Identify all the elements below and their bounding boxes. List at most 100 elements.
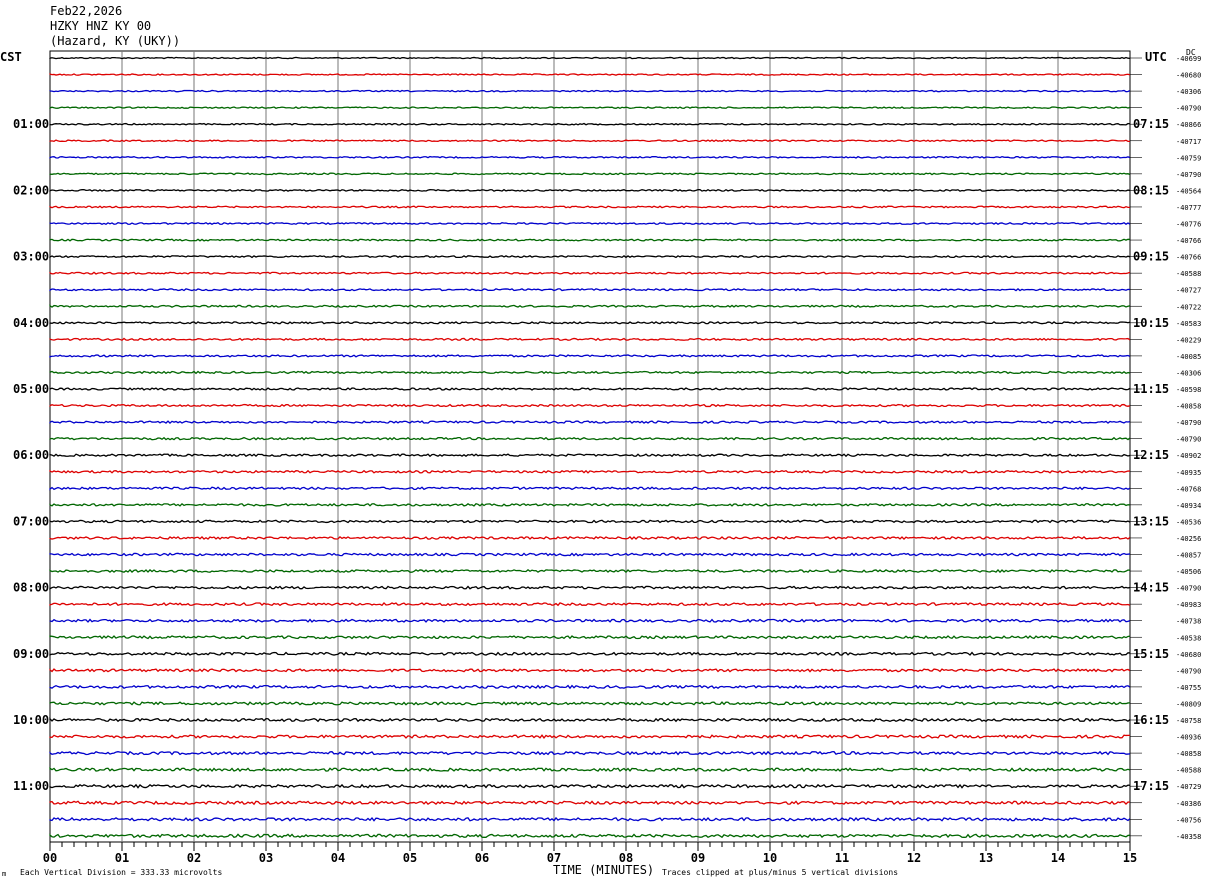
seismic-trace <box>49 519 1131 524</box>
dc-offset-label: -40756 <box>1176 816 1201 824</box>
seismic-trace <box>49 321 1131 325</box>
seismic-trace <box>49 800 1131 806</box>
seismic-trace <box>49 436 1131 441</box>
dc-offset-label: -40536 <box>1176 518 1201 526</box>
seismic-trace <box>49 618 1131 623</box>
dc-offset-label: -40983 <box>1176 601 1201 609</box>
dc-offset-label: -40790 <box>1176 667 1201 675</box>
dc-offset-label: -40386 <box>1176 800 1201 808</box>
dc-offset-label: -40755 <box>1176 684 1201 692</box>
seismic-trace <box>49 486 1131 491</box>
seismic-trace <box>49 106 1131 110</box>
x-tick-label: 03 <box>259 851 273 865</box>
dc-offset-label: -40085 <box>1176 353 1201 361</box>
dc-offset-label: -40680 <box>1176 651 1201 659</box>
seismic-trace <box>49 139 1131 143</box>
right-hour-label: 16:15 <box>1133 713 1169 727</box>
seismic-trace <box>49 155 1131 159</box>
right-hour-label: 15:15 <box>1133 647 1169 661</box>
x-tick-label: 13 <box>979 851 993 865</box>
dc-offset-label: -40564 <box>1176 187 1201 195</box>
seismic-trace <box>49 701 1131 706</box>
dc-offset-label: -40699 <box>1176 55 1201 63</box>
x-tick-label: 04 <box>331 851 345 865</box>
left-hour-label: 06:00 <box>13 448 49 462</box>
seismic-trace <box>49 73 1131 76</box>
x-tick-label: 15 <box>1123 851 1137 865</box>
dc-offset-label: -40768 <box>1176 485 1201 493</box>
dc-offset-label: -40588 <box>1176 270 1201 278</box>
dc-offset-label: -40598 <box>1176 386 1201 394</box>
dc-offset-label: -40866 <box>1176 121 1201 129</box>
dc-offset-label: -40766 <box>1176 254 1201 262</box>
left-hour-label: 05:00 <box>13 382 49 396</box>
dc-offset-label: -40902 <box>1176 452 1201 460</box>
clip-note: Traces clipped at plus/minus 5 vertical … <box>662 868 899 877</box>
seismic-trace <box>49 172 1131 176</box>
dc-offset-label: -40256 <box>1176 535 1201 543</box>
seismic-trace <box>49 387 1131 391</box>
left-hour-label: 01:00 <box>13 117 49 131</box>
seismic-trace <box>49 668 1131 673</box>
x-axis-title: TIME (MINUTES) <box>553 863 655 877</box>
seismic-trace <box>49 370 1131 375</box>
x-tick-label: 00 <box>43 851 57 865</box>
dc-offset-label: -40727 <box>1176 287 1201 295</box>
x-tick-label: 06 <box>475 851 489 865</box>
seismic-trace <box>49 717 1131 723</box>
dc-offset-label: -40777 <box>1176 204 1201 212</box>
x-tick-label: 01 <box>115 851 129 865</box>
x-tick-label: 11 <box>835 851 849 865</box>
dc-offset-label: -40729 <box>1176 783 1201 791</box>
seismic-trace <box>49 552 1131 557</box>
x-tick-label: 02 <box>187 851 201 865</box>
seismic-trace <box>49 453 1131 458</box>
dc-offset-label: -40766 <box>1176 237 1201 245</box>
dc-offset-label: -40936 <box>1176 734 1201 742</box>
dc-offset-label: -40758 <box>1176 717 1201 725</box>
dc-offset-label: -40790 <box>1176 436 1201 444</box>
dc-offset-label: -40935 <box>1176 469 1201 477</box>
dc-offset-label: -40738 <box>1176 618 1201 626</box>
seismic-trace <box>49 56 1131 60</box>
dc-offset-label: -40717 <box>1176 138 1201 146</box>
dc-offset-label: -40583 <box>1176 320 1201 328</box>
seismic-trace <box>49 469 1131 474</box>
right-hour-label: 08:15 <box>1133 183 1169 197</box>
seismic-trace <box>49 122 1131 126</box>
left-hour-label: 08:00 <box>13 581 49 595</box>
seismic-trace <box>49 271 1131 275</box>
seismic-trace <box>49 783 1131 789</box>
right-hour-label: 14:15 <box>1133 581 1169 595</box>
dc-offset-label: -40790 <box>1176 585 1201 593</box>
right-hour-label: 07:15 <box>1133 117 1169 131</box>
right-hour-label: 09:15 <box>1133 250 1169 264</box>
seismic-trace <box>49 304 1131 308</box>
seismic-trace <box>49 255 1131 259</box>
seismic-trace <box>49 568 1131 574</box>
left-hour-label: 03:00 <box>13 250 49 264</box>
seismic-trace <box>49 337 1131 342</box>
x-tick-label: 14 <box>1051 851 1065 865</box>
dc-offset-label: -40790 <box>1176 171 1201 179</box>
seismic-trace <box>49 651 1131 656</box>
plot-frame <box>49 50 1131 843</box>
dc-offset-label: -40759 <box>1176 154 1201 162</box>
corner-mark: m <box>2 870 7 878</box>
x-tick-label: 05 <box>403 851 417 865</box>
seismic-trace <box>49 535 1131 540</box>
right-hour-label: 10:15 <box>1133 316 1169 330</box>
dc-offset-label: -40776 <box>1176 221 1201 229</box>
seismic-trace <box>49 635 1131 640</box>
seismic-trace <box>49 221 1131 226</box>
left-hour-label: 07:00 <box>13 514 49 528</box>
right-hour-label: 11:15 <box>1133 382 1169 396</box>
left-hour-label: 10:00 <box>13 713 49 727</box>
seismic-trace <box>49 816 1131 822</box>
seismic-trace <box>49 89 1131 93</box>
left-hour-label: 11:00 <box>13 779 49 793</box>
left-hour-label: 02:00 <box>13 183 49 197</box>
dc-offset-label: -40588 <box>1176 767 1201 775</box>
seismic-trace <box>49 188 1131 192</box>
seismic-trace <box>49 238 1131 242</box>
